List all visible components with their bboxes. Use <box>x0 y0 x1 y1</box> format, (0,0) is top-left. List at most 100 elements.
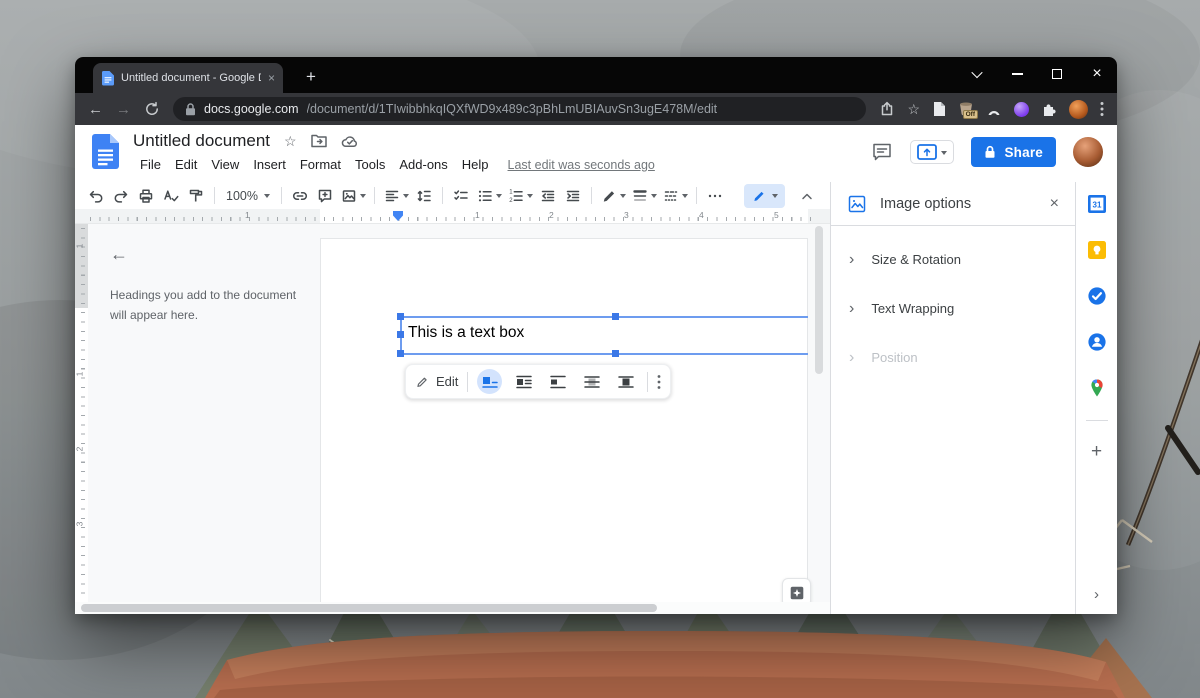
share-button[interactable]: Share <box>971 137 1056 167</box>
bookmark-star-icon[interactable]: ☆ <box>907 102 920 116</box>
tab-close-button[interactable]: × <box>268 72 275 84</box>
cloud-status-icon[interactable] <box>341 134 359 148</box>
section-text-wrapping[interactable]: › Text Wrapping <box>831 284 1075 333</box>
keep-icon[interactable] <box>1086 239 1108 261</box>
zoom-select[interactable]: 100% <box>221 189 275 203</box>
resize-handle-bottom-left[interactable] <box>397 350 404 357</box>
increase-indent-button[interactable] <box>561 184 585 208</box>
editing-mode-button[interactable] <box>744 184 785 208</box>
last-edit-link[interactable]: Last edit was seconds ago <box>508 158 655 172</box>
decrease-indent-button[interactable] <box>536 184 560 208</box>
menu-insert[interactable]: Insert <box>246 155 293 174</box>
insert-link-icon <box>291 187 309 205</box>
minimize-button[interactable] <box>997 57 1037 91</box>
calendar-icon[interactable]: 31 <box>1086 193 1108 215</box>
spellcheck-button[interactable] <box>159 184 183 208</box>
numbered-caret-icon <box>527 194 533 201</box>
more-horiz-icon <box>706 187 724 205</box>
reload-button[interactable] <box>144 101 160 117</box>
vertical-ruler[interactable]: 1 1 2 3 <box>75 224 88 602</box>
paint-format-button[interactable] <box>184 184 208 208</box>
contacts-icon[interactable] <box>1086 331 1108 353</box>
drawing-more-kebab-icon[interactable] <box>657 374 661 390</box>
back-button[interactable]: ← <box>88 102 103 117</box>
behind-text-button[interactable] <box>579 369 604 394</box>
border-weight-button[interactable] <box>629 184 659 208</box>
menu-view[interactable]: View <box>204 155 246 174</box>
browser-menu-kebab-icon[interactable] <box>1100 101 1104 117</box>
horizontal-scrollbar[interactable] <box>75 602 830 614</box>
close-outline-button[interactable]: ← <box>110 244 310 265</box>
section-label: Size & Rotation <box>871 252 961 267</box>
url-field[interactable]: docs.google.com/document/d/1TIwibbhkqIQX… <box>173 97 866 121</box>
horizontal-scrollbar-thumb[interactable] <box>81 604 657 612</box>
menu-file[interactable]: File <box>133 155 168 174</box>
extension-arc-icon[interactable] <box>986 102 1002 116</box>
move-folder-icon[interactable] <box>311 134 327 148</box>
hide-menus-button[interactable] <box>795 184 819 208</box>
edit-drawing-button[interactable]: Edit <box>415 374 458 389</box>
more-toolbar-button[interactable] <box>703 184 727 208</box>
hide-side-panel-button[interactable]: › <box>1094 587 1099 602</box>
menu-tools[interactable]: Tools <box>348 155 392 174</box>
numbered-list-button[interactable]: 12 <box>505 184 535 208</box>
extension-doc-icon[interactable] <box>932 101 946 117</box>
extension-bucket[interactable]: Off <box>958 102 974 116</box>
resize-handle-bottom-middle[interactable] <box>612 350 619 357</box>
tab-search-button[interactable] <box>957 57 997 91</box>
present-button[interactable] <box>910 140 954 164</box>
bulleted-list-button[interactable] <box>474 184 504 208</box>
forward-button[interactable]: → <box>116 102 131 117</box>
tasks-icon[interactable] <box>1086 285 1108 307</box>
maps-icon[interactable] <box>1086 377 1108 399</box>
editing-mode-caret-icon <box>772 194 778 201</box>
share-page-icon[interactable] <box>879 101 895 117</box>
print-button[interactable] <box>134 184 158 208</box>
address-bar: ← → docs.google.com/document/d/1TIwibbhk… <box>75 93 1117 125</box>
border-color-button[interactable] <box>598 184 628 208</box>
insert-link-button[interactable] <box>288 184 312 208</box>
new-tab-button[interactable]: + <box>299 64 323 90</box>
line-spacing-button[interactable] <box>412 184 436 208</box>
front-text-button[interactable] <box>613 369 638 394</box>
menu-help[interactable]: Help <box>455 155 496 174</box>
menu-format[interactable]: Format <box>293 155 348 174</box>
horizontal-ruler[interactable]: 1 1 2 3 4 5 <box>75 209 830 223</box>
star-doc-icon[interactable]: ☆ <box>284 134 297 148</box>
extension-orb-icon[interactable] <box>1014 102 1029 117</box>
break-text-button[interactable] <box>545 369 570 394</box>
comment-history-icon[interactable] <box>871 141 893 163</box>
resize-handle-top-middle[interactable] <box>612 313 619 320</box>
window-close-button[interactable]: × <box>1077 57 1117 91</box>
vertical-scrollbar-thumb[interactable] <box>815 226 823 374</box>
menu-addons[interactable]: Add-ons <box>392 155 454 174</box>
get-addons-button[interactable]: + <box>1091 442 1102 461</box>
checklist-button[interactable] <box>449 184 473 208</box>
add-comment-button[interactable] <box>313 184 337 208</box>
align-button[interactable] <box>381 184 411 208</box>
redo-button[interactable] <box>109 184 133 208</box>
docs-logo[interactable] <box>92 134 119 169</box>
panel-close-button[interactable]: × <box>1050 195 1059 213</box>
indent-marker-icon[interactable] <box>393 211 403 221</box>
browser-profile-avatar[interactable] <box>1069 100 1088 119</box>
doc-title-area: Untitled document ☆ File Edit View Inser… <box>133 131 655 174</box>
undo-button[interactable] <box>84 184 108 208</box>
textbox-content[interactable]: This is a text box <box>408 324 524 342</box>
document-outline-panel: ← Headings you add to the document will … <box>88 224 328 326</box>
resize-handle-middle-left[interactable] <box>397 331 404 338</box>
browser-tab[interactable]: Untitled document - Google Doc × <box>93 63 283 93</box>
account-avatar[interactable] <box>1073 137 1103 167</box>
wrap-text-button[interactable] <box>511 369 536 394</box>
resize-handle-top-left[interactable] <box>397 313 404 320</box>
doc-title[interactable]: Untitled document <box>133 131 270 151</box>
extensions-puzzle-icon[interactable] <box>1041 101 1057 117</box>
section-size-rotation[interactable]: › Size & Rotation <box>831 235 1075 284</box>
document-page[interactable] <box>320 238 808 614</box>
menu-edit[interactable]: Edit <box>168 155 204 174</box>
insert-image-button[interactable] <box>338 184 368 208</box>
wrap-inline-button[interactable] <box>477 369 502 394</box>
editing-pencil-icon <box>751 188 767 204</box>
maximize-button[interactable] <box>1037 57 1077 91</box>
border-dash-button[interactable] <box>660 184 690 208</box>
